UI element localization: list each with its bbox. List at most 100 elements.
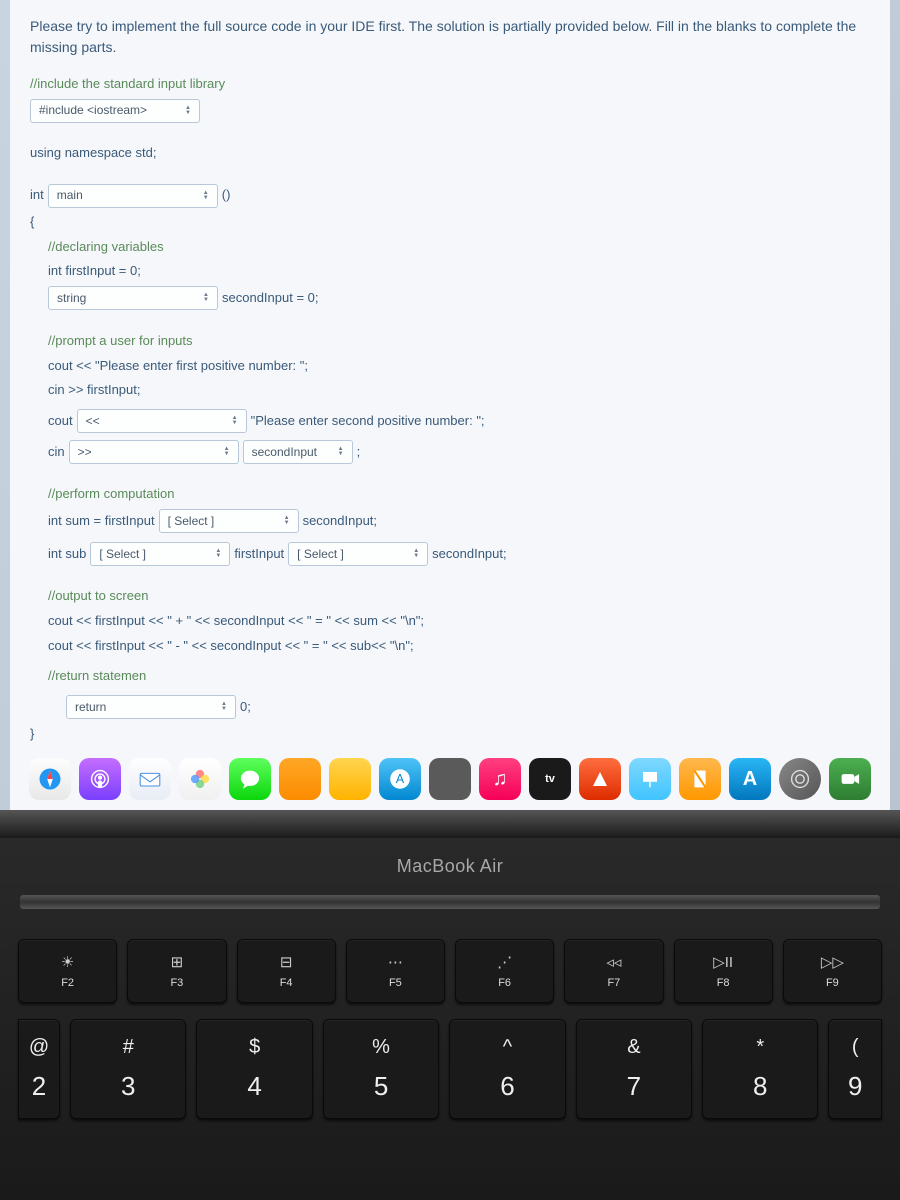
fn-key-icon: ◃◃ [606, 953, 621, 971]
fn-key-f5[interactable]: ⋯ F5 [346, 939, 445, 1003]
pages-icon[interactable] [679, 758, 721, 800]
num-key-3[interactable]: #3 [70, 1019, 186, 1119]
select-label: [ Select ] [297, 543, 344, 566]
comment-compute: //perform computation [30, 482, 870, 507]
stepper-icon: ▲▼ [224, 447, 230, 457]
num-key-8[interactable]: *8 [702, 1019, 818, 1119]
instructions-text: Please try to implement the full source … [30, 16, 870, 58]
comment-declare: //declaring variables [30, 235, 870, 260]
svg-text:A: A [396, 772, 405, 786]
fn-key-icon: ⋯ [388, 953, 403, 971]
settings-icon[interactable] [779, 758, 821, 800]
cin-line-1: cin >> firstInput; [30, 378, 870, 403]
safari-icon[interactable] [29, 758, 71, 800]
comment-include: //include the standard input library [30, 72, 870, 97]
fn-key-label: F8 [717, 977, 730, 989]
num-key-4[interactable]: $4 [196, 1019, 312, 1119]
fn-key-f8[interactable]: ▷II F8 [674, 939, 773, 1003]
key-symbol: ( [852, 1036, 859, 1059]
stepper-icon: ▲▼ [203, 191, 209, 201]
keynote-icon[interactable] [629, 758, 671, 800]
type-dropdown[interactable]: string ▲▼ [48, 286, 218, 310]
cin-keyword: cin [48, 440, 65, 465]
comment-prompt: //prompt a user for inputs [30, 329, 870, 354]
brace-open: { [30, 210, 870, 235]
fn-key-icon: ⊟ [280, 953, 293, 971]
news-icon[interactable] [579, 758, 621, 800]
include-dropdown[interactable]: #include <iostream> ▲▼ [30, 99, 200, 123]
fn-key-f4[interactable]: ⊟ F4 [237, 939, 336, 1003]
comment-return: //return statemen [30, 664, 870, 689]
var-dropdown-1[interactable]: secondInput ▲▼ [243, 440, 353, 464]
include-value: #include <iostream> [39, 99, 147, 122]
fn-key-label: F9 [826, 977, 839, 989]
tv-icon[interactable]: tv [529, 758, 571, 800]
num-key-5[interactable]: %5 [323, 1019, 439, 1119]
fn-key-label: F5 [389, 977, 402, 989]
num-key-7[interactable]: &7 [576, 1019, 692, 1119]
paren-text: () [222, 183, 231, 208]
messages-icon[interactable] [229, 758, 271, 800]
app-store-a-icon[interactable]: A [729, 758, 771, 800]
podcasts-icon[interactable] [79, 758, 121, 800]
comment-output: //output to screen [30, 584, 870, 609]
key-symbol: % [372, 1036, 390, 1059]
num-key-6[interactable]: ^6 [449, 1019, 565, 1119]
fn-key-f6[interactable]: ⋰ F6 [455, 939, 554, 1003]
select-dropdown-1[interactable]: [ Select ] ▲▼ [159, 509, 299, 533]
music-icon[interactable]: ♫ [479, 758, 521, 800]
hinge [0, 810, 900, 838]
fn-key-f9[interactable]: ▷▷ F9 [783, 939, 882, 1003]
fn-key-f2[interactable]: ☀F2 [18, 939, 117, 1003]
fn-key-f7[interactable]: ◃◃F7 [564, 939, 663, 1003]
select-dropdown-2[interactable]: [ Select ] ▲▼ [90, 542, 230, 566]
semicolon: ; [357, 440, 361, 465]
operator-dropdown-1[interactable]: << ▲▼ [77, 409, 247, 433]
key-number: 5 [374, 1071, 388, 1102]
app-store-icon[interactable]: A [379, 758, 421, 800]
firstinput-txt: firstInput [234, 542, 284, 567]
main-dropdown[interactable]: main ▲▼ [48, 184, 218, 208]
num-key-2[interactable]: @2 [18, 1019, 60, 1119]
macbook-label: MacBook Air [0, 838, 900, 895]
key-symbol: * [756, 1036, 764, 1059]
ll-value: << [86, 410, 100, 433]
dock: A ♫ tv A [0, 754, 900, 804]
secondinput-semi: secondInput; [303, 509, 377, 534]
stepper-icon: ▲▼ [221, 702, 227, 712]
key-symbol: @ [29, 1036, 49, 1059]
fn-key-label: F6 [498, 977, 511, 989]
stepper-icon: ▲▼ [185, 106, 191, 116]
photos-icon[interactable] [179, 758, 221, 800]
fn-key-icon: ▷▷ [821, 953, 844, 971]
stepper-icon: ▲▼ [215, 549, 221, 559]
out-line-1: cout << firstInput << " + " << secondInp… [30, 609, 870, 634]
key-symbol: ^ [503, 1036, 512, 1059]
key-number: 7 [627, 1071, 641, 1102]
fn-key-icon: ⋰ [497, 953, 512, 971]
generic-app-icon[interactable] [429, 758, 471, 800]
folder-icon-2[interactable] [329, 758, 371, 800]
fn-key-label: F3 [170, 977, 183, 989]
sub-prefix: int sub [48, 542, 86, 567]
key-number: 9 [848, 1071, 862, 1102]
secondinput-value: secondInput [252, 441, 317, 464]
main-value: main [57, 184, 83, 207]
second-decl: secondInput = 0; [222, 286, 319, 311]
folder-icon[interactable] [279, 758, 321, 800]
keyboard-groove [20, 895, 880, 909]
num-key-9[interactable]: (9 [828, 1019, 881, 1119]
key-number: 8 [753, 1071, 767, 1102]
fn-key-icon: ▷II [713, 953, 733, 971]
select-dropdown-3[interactable]: [ Select ] ▲▼ [288, 542, 428, 566]
mail-icon[interactable] [129, 758, 171, 800]
key-symbol: $ [249, 1036, 260, 1059]
operator-dropdown-2[interactable]: >> ▲▼ [69, 440, 239, 464]
fn-key-label: F4 [280, 977, 293, 989]
fn-key-f3[interactable]: ⊞ F3 [127, 939, 226, 1003]
facetime-icon[interactable] [829, 758, 871, 800]
return-dropdown[interactable]: return ▲▼ [66, 695, 236, 719]
fn-key-icon: ⊞ [171, 953, 184, 971]
function-key-row: ☀F2 ⊞ F3 ⊟ F4 ⋯ F5 ⋰ F6 ◃◃F7 ▷II F8 ▷▷ F9 [0, 909, 900, 1015]
prompt2-text: "Please enter second positive number: "; [251, 409, 485, 434]
